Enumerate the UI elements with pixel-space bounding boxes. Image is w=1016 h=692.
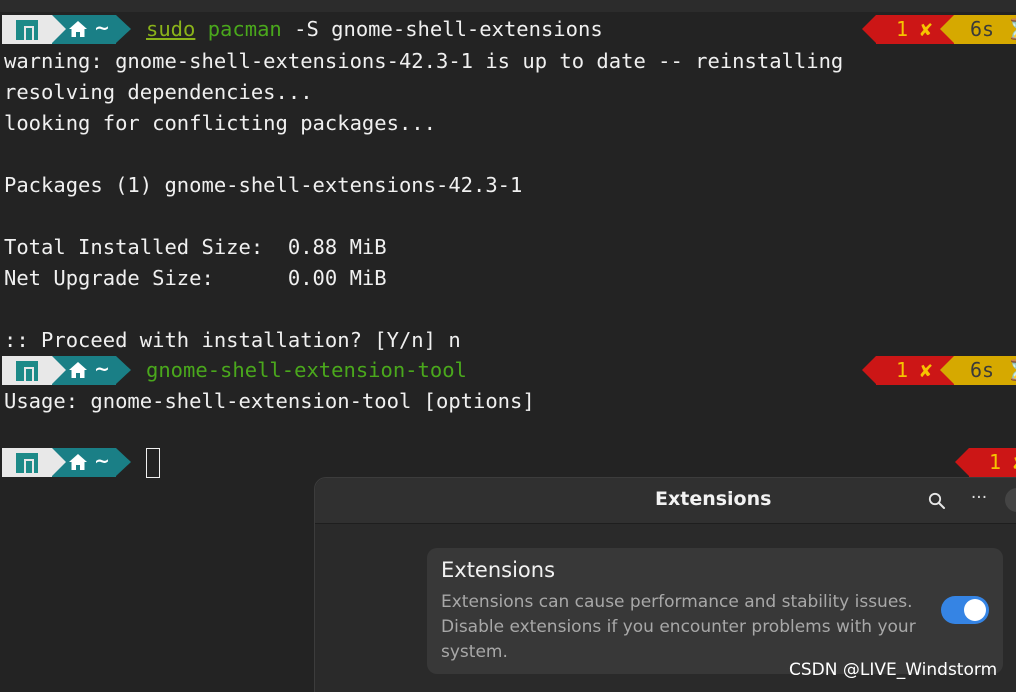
prompt-logo-segment <box>2 448 52 477</box>
prompt-separator <box>116 15 131 43</box>
status-separator <box>940 15 954 43</box>
prompt-separator <box>52 448 66 476</box>
output-line: looking for conflicting packages... <box>4 111 436 135</box>
prompt-line-1: ~ sudo pacman -S gnome-shell-extensions … <box>0 14 1016 45</box>
duration-badge: 6s ⌛ <box>954 15 1016 44</box>
command-pacman: pacman <box>207 17 282 41</box>
home-icon <box>69 454 87 470</box>
prompt-logo-segment <box>2 15 52 44</box>
status-separator <box>862 356 876 384</box>
manjaro-logo-icon <box>16 361 38 381</box>
output-line: :: Proceed with installation? [Y/n] n <box>4 328 461 352</box>
prompt-separator <box>116 356 131 384</box>
status-separator <box>940 356 954 384</box>
prompt-separator <box>52 356 66 384</box>
command-text: sudo pacman -S gnome-shell-extensions <box>146 14 603 45</box>
extensions-window-title: Extensions <box>655 488 772 510</box>
status-separator <box>955 448 969 476</box>
prompt-line-3: ~ 1 ✘ <box>0 447 1016 478</box>
home-icon <box>69 21 87 37</box>
output-line: warning: gnome-shell-extensions-42.3-1 i… <box>4 49 844 73</box>
extensions-headerbar[interactable]: Extensions ··· <box>315 478 1016 524</box>
output-line: Net Upgrade Size: 0.00 MiB <box>4 266 387 290</box>
output-line: Packages (1) gnome-shell-extensions-42.3… <box>4 173 523 197</box>
output-line: Usage: gnome-shell-extension-tool [optio… <box>4 389 535 413</box>
prompt-cwd: ~ <box>94 358 110 380</box>
output-line: Total Installed Size: 0.88 MiB <box>4 235 387 259</box>
terminal-cursor[interactable] <box>146 448 160 478</box>
extensions-master-switch-card: Extensions Extensions can cause performa… <box>427 548 1003 674</box>
output-line: resolving dependencies... <box>4 80 313 104</box>
prompt-logo-segment <box>2 356 52 385</box>
card-title: Extensions <box>441 558 556 582</box>
card-description: Extensions can cause performance and sta… <box>441 592 916 662</box>
prompt-cwd: ~ <box>94 450 110 472</box>
duration-badge: 6s ⌛ <box>954 356 1016 385</box>
prompt-separator <box>116 448 131 476</box>
prompt-separator <box>52 15 66 43</box>
manjaro-logo-icon <box>16 20 38 40</box>
menu-icon[interactable]: ··· <box>967 488 991 512</box>
prompt-cwd: ~ <box>94 17 110 39</box>
home-icon <box>69 362 87 378</box>
command-text: gnome-shell-extension-tool <box>146 358 467 382</box>
command-args: -S gnome-shell-extensions <box>281 17 603 41</box>
toggle-knob <box>964 599 986 621</box>
command-sudo: sudo <box>146 17 196 41</box>
search-icon[interactable] <box>927 491 947 511</box>
terminal-top-strip <box>0 0 1016 12</box>
exit-code-badge: 1 ✘ <box>969 448 1016 477</box>
watermark-text: CSDN @LIVE_Windstorm <box>789 660 998 680</box>
extensions-toggle-switch[interactable] <box>941 596 989 624</box>
close-icon[interactable] <box>1005 488 1016 512</box>
manjaro-logo-icon <box>16 453 38 473</box>
prompt-line-2: ~ gnome-shell-extension-tool 1 ✘ 6s ⌛ <box>0 355 1016 386</box>
status-separator <box>862 15 876 43</box>
